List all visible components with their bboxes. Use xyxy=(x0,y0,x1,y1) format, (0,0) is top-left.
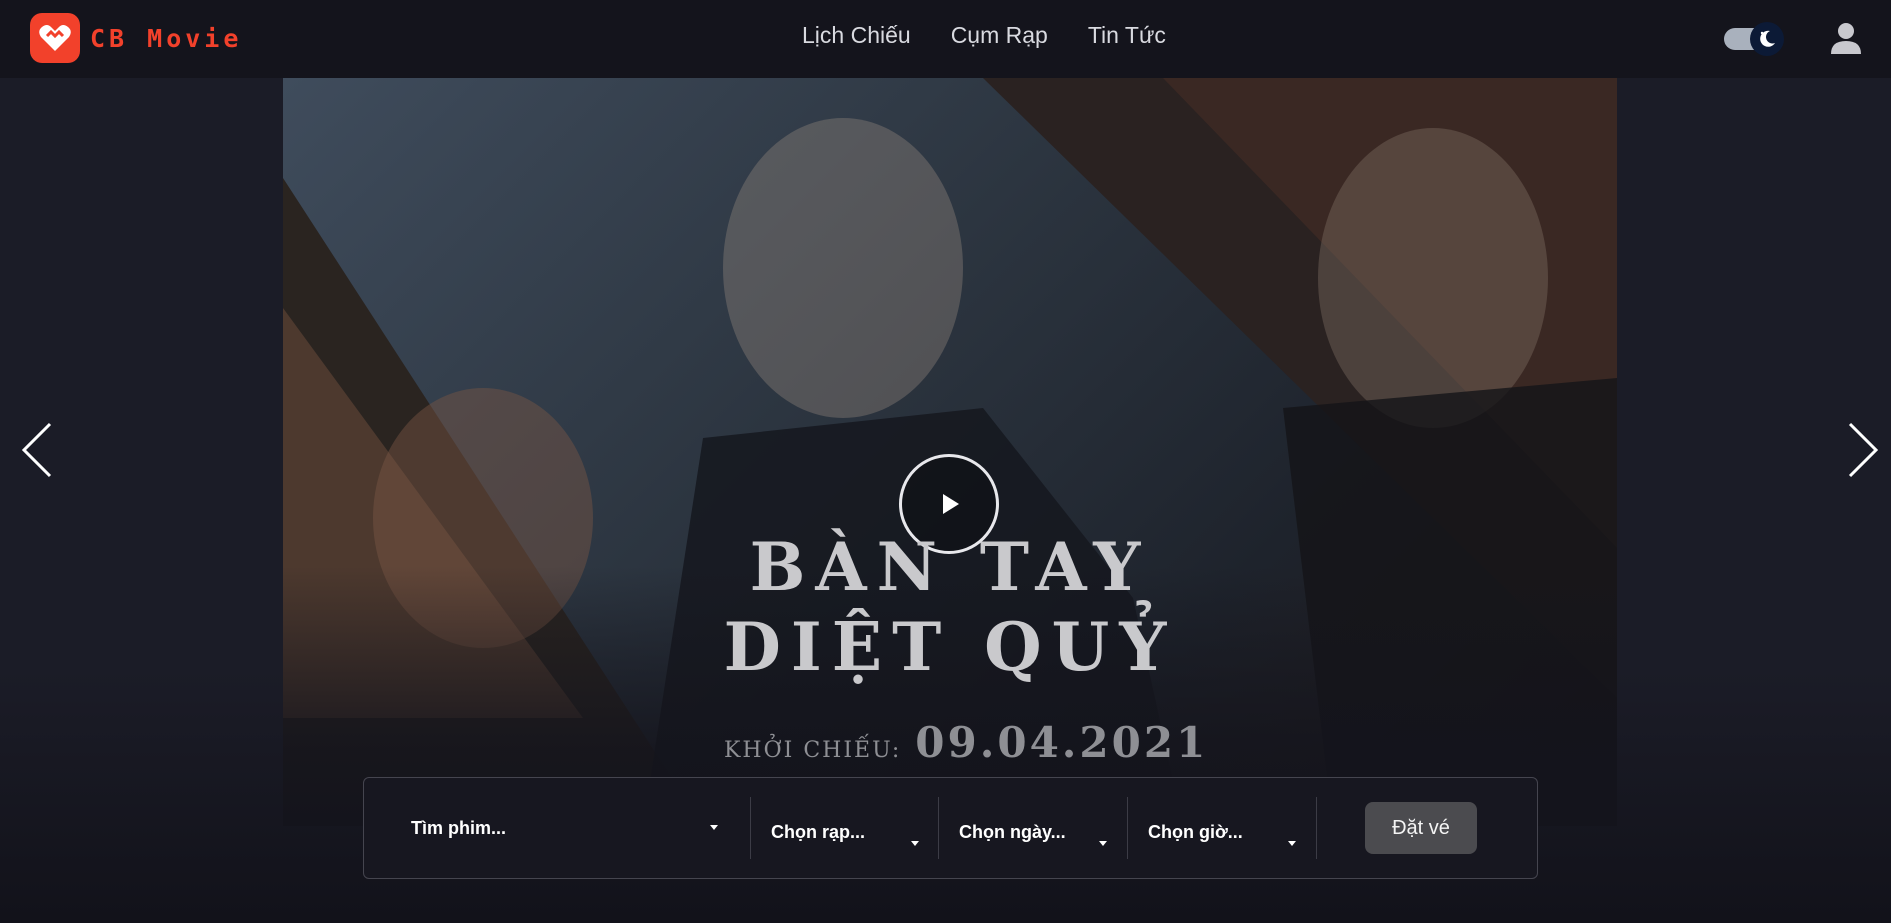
booking-search-bar: Tìm phim... Chọn rạp... Chọn ngày... Chọ… xyxy=(363,777,1538,879)
book-ticket-button[interactable]: Đặt vé xyxy=(1365,802,1477,854)
header: CB Movie Lịch Chiếu Cụm Rạp Tin Tức xyxy=(0,0,1891,78)
nav-news[interactable]: Tin Tức xyxy=(1088,22,1166,49)
movie-title-line1: BÀN TAY xyxy=(749,528,1151,606)
chevron-down-icon xyxy=(1288,841,1296,846)
moon-icon xyxy=(1750,22,1784,56)
theme-toggle[interactable] xyxy=(1724,22,1786,56)
chevron-right-icon[interactable] xyxy=(1842,418,1882,482)
chevron-down-icon xyxy=(1099,841,1107,846)
release-date: 09.04.2021 xyxy=(915,718,1209,767)
release-label: KHỞI CHIẾU: xyxy=(724,738,902,763)
movie-title-line2: DIỆT QUỶ xyxy=(723,608,1177,686)
time-select-label: Chọn giờ... xyxy=(1148,821,1243,842)
movie-select-label: Tìm phim... xyxy=(411,817,507,838)
cinema-select[interactable]: Chọn rạp... xyxy=(751,797,938,859)
user-icon[interactable] xyxy=(1828,20,1864,56)
logo[interactable]: CB Movie xyxy=(30,13,242,63)
cinema-select-label: Chọn rạp... xyxy=(771,821,865,842)
release-info: KHỞI CHIẾU: 09.04.2021 xyxy=(724,718,1208,767)
time-select[interactable]: Chọn giờ... xyxy=(1128,797,1316,859)
movie-banner[interactable]: BÀN TAY DIỆT QUỶ KHỞI CHIẾU: 09.04.2021 xyxy=(283,78,1617,826)
nav-cinemas[interactable]: Cụm Rạp xyxy=(951,22,1048,49)
movie-select[interactable]: Tìm phim... xyxy=(364,797,750,859)
main-nav: Lịch Chiếu Cụm Rạp Tin Tức xyxy=(802,22,1166,49)
date-select-label: Chọn ngày... xyxy=(959,821,1066,842)
divider xyxy=(1316,797,1317,859)
chevron-down-icon xyxy=(710,825,718,830)
chevron-left-icon[interactable] xyxy=(18,418,58,482)
logo-text: CB Movie xyxy=(90,23,243,53)
chevron-down-icon xyxy=(911,841,919,846)
date-select[interactable]: Chọn ngày... xyxy=(939,797,1127,859)
nav-showtimes[interactable]: Lịch Chiếu xyxy=(802,22,911,49)
logo-icon xyxy=(30,13,80,63)
